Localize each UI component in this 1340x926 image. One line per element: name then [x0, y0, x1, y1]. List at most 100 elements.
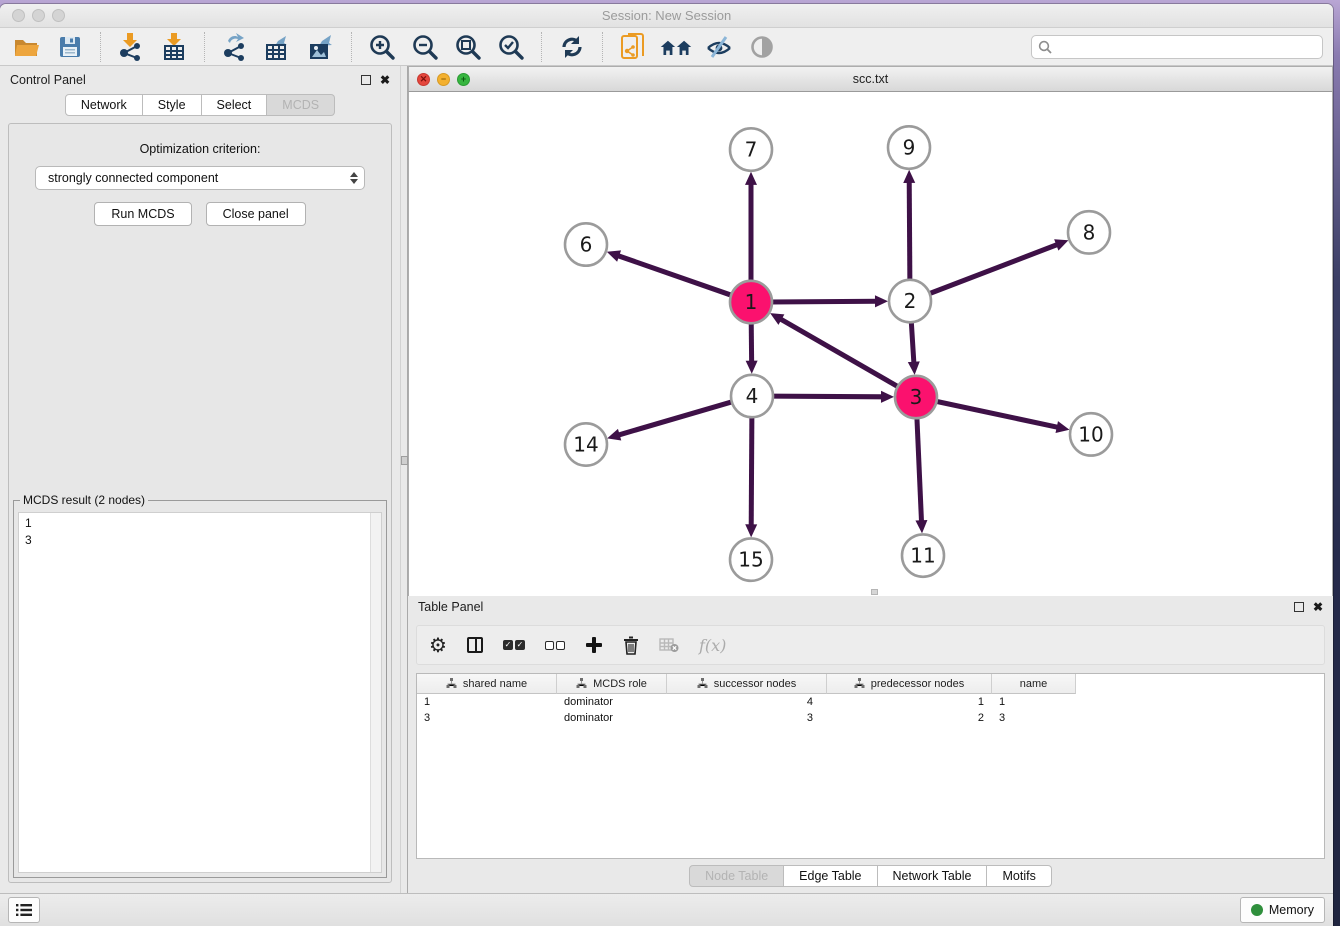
export-image-icon[interactable] — [304, 32, 338, 62]
task-history-button[interactable] — [8, 897, 40, 923]
cell-shared-name[interactable]: 1 — [417, 694, 557, 710]
result-scrollbar[interactable] — [370, 513, 381, 872]
mcds-result-text[interactable]: 1 3 — [18, 512, 382, 873]
attribute-icon — [854, 678, 865, 689]
graph-node-label: 2 — [904, 289, 917, 313]
control-panel-title: Control Panel — [10, 73, 86, 87]
tab-style[interactable]: Style — [143, 94, 202, 116]
column-label: shared name — [463, 678, 527, 690]
import-table-icon[interactable] — [157, 32, 191, 62]
list-icon — [16, 903, 32, 917]
tab-select[interactable]: Select — [202, 94, 268, 116]
search-input[interactable] — [1056, 40, 1316, 54]
cell-predecessor-nodes[interactable]: 2 — [827, 710, 992, 726]
table-panel-header: Table Panel ✖ — [408, 593, 1333, 621]
attribute-icon — [446, 678, 457, 689]
tab-edge-table[interactable]: Edge Table — [784, 865, 877, 887]
cell-successor-nodes[interactable]: 3 — [667, 710, 827, 726]
toolbar-separator — [100, 32, 101, 62]
column-header-mcds-role[interactable]: MCDS role — [557, 674, 667, 694]
tab-mcds[interactable]: MCDS — [267, 94, 335, 116]
tab-network[interactable]: Network — [65, 94, 143, 116]
float-table-panel-icon[interactable] — [1294, 602, 1304, 612]
columns-icon[interactable] — [467, 637, 483, 653]
close-panel-button[interactable]: Close panel — [206, 202, 306, 226]
mcds-result-group: MCDS result (2 nodes) 1 3 — [13, 500, 387, 878]
toolbar-separator — [351, 32, 352, 62]
network-canvas[interactable]: 7968124314101511 — [408, 92, 1333, 596]
tab-network-table[interactable]: Network Table — [878, 865, 988, 887]
float-panel-icon[interactable] — [361, 75, 371, 85]
cell-name[interactable]: 3 — [992, 710, 1076, 726]
eye-slash-icon[interactable] — [702, 32, 736, 62]
graph-node-label: 8 — [1083, 220, 1096, 244]
graph-node-label: 3 — [910, 385, 923, 409]
network-graph[interactable]: 7968124314101511 — [409, 92, 1332, 596]
deselect-all-icon[interactable] — [545, 641, 565, 650]
graph-node-label: 9 — [903, 136, 916, 160]
copy-network-icon[interactable] — [616, 32, 650, 62]
cell-mcds-role[interactable]: dominator — [557, 710, 667, 726]
home-icon[interactable] — [659, 32, 693, 62]
column-label: MCDS role — [593, 678, 647, 690]
divider-grip[interactable] — [401, 456, 408, 465]
column-header-shared-name[interactable]: shared name — [417, 674, 557, 694]
import-network-icon[interactable] — [114, 32, 148, 62]
control-panel-header: Control Panel ✖ — [0, 66, 400, 94]
table-row[interactable]: 3 dominator 3 2 3 — [417, 710, 1324, 726]
gear-icon[interactable]: ⚙ — [429, 633, 447, 658]
search-box[interactable] — [1031, 35, 1323, 59]
table-panel-title: Table Panel — [418, 600, 483, 614]
zoom-out-icon[interactable] — [408, 32, 442, 62]
cell-shared-name[interactable]: 3 — [417, 710, 557, 726]
graph-node-label: 1 — [745, 290, 758, 314]
chevron-updown-icon — [350, 172, 358, 184]
column-header-predecessor-nodes[interactable]: predecessor nodes — [827, 674, 992, 694]
eye-icon — [745, 32, 779, 62]
delete-table-icon — [659, 637, 679, 653]
cell-mcds-role[interactable]: dominator — [557, 694, 667, 710]
delete-icon[interactable] — [623, 636, 639, 655]
network-window-titlebar: ✕ − + scc.txt — [408, 66, 1333, 92]
column-label: name — [1020, 678, 1048, 690]
graph-node-label: 14 — [573, 432, 598, 456]
table-row[interactable]: 1 dominator 4 1 1 — [417, 694, 1324, 710]
folder-open-icon[interactable] — [10, 32, 44, 62]
zoom-in-icon[interactable] — [365, 32, 399, 62]
tab-node-table[interactable]: Node Table — [689, 865, 784, 887]
close-panel-icon[interactable]: ✖ — [380, 75, 390, 85]
export-network-icon[interactable] — [218, 32, 252, 62]
window-title: Session: New Session — [0, 8, 1333, 23]
refresh-icon[interactable] — [555, 32, 589, 62]
column-header-name[interactable]: name — [992, 674, 1076, 694]
memory-button[interactable]: Memory — [1240, 897, 1325, 923]
main-toolbar — [0, 28, 1333, 66]
run-mcds-button[interactable]: Run MCDS — [94, 202, 191, 226]
network-window-title: scc.txt — [409, 72, 1332, 86]
export-table-icon[interactable] — [261, 32, 295, 62]
control-panel-tabs: Network Style Select MCDS — [0, 94, 400, 116]
panel-split-divider[interactable] — [400, 66, 408, 893]
zoom-selected-icon[interactable] — [494, 32, 528, 62]
select-all-icon[interactable]: ✓✓ — [503, 640, 525, 650]
cell-successor-nodes[interactable]: 4 — [667, 694, 827, 710]
node-table[interactable]: shared name MCDS role successor nodes — [416, 673, 1325, 859]
attribute-icon — [697, 678, 708, 689]
cell-name[interactable]: 1 — [992, 694, 1076, 710]
mcds-result-title: MCDS result (2 nodes) — [20, 493, 148, 507]
titlebar: Session: New Session — [0, 4, 1333, 28]
tab-motifs[interactable]: Motifs — [987, 865, 1051, 887]
optimization-criterion-select[interactable]: strongly connected component — [35, 166, 365, 190]
optimization-criterion-label: Optimization criterion: — [9, 142, 391, 156]
column-header-successor-nodes[interactable]: successor nodes — [667, 674, 827, 694]
add-icon[interactable] — [585, 636, 603, 654]
save-icon[interactable] — [53, 32, 87, 62]
canvas-resize-grip[interactable] — [871, 589, 878, 595]
graph-node-label: 10 — [1078, 422, 1103, 446]
zoom-fit-icon[interactable] — [451, 32, 485, 62]
app-window: Session: New Session — [0, 4, 1333, 926]
toolbar-separator — [602, 32, 603, 62]
close-table-panel-icon[interactable]: ✖ — [1313, 602, 1323, 612]
cell-predecessor-nodes[interactable]: 1 — [827, 694, 992, 710]
memory-label: Memory — [1269, 903, 1314, 917]
